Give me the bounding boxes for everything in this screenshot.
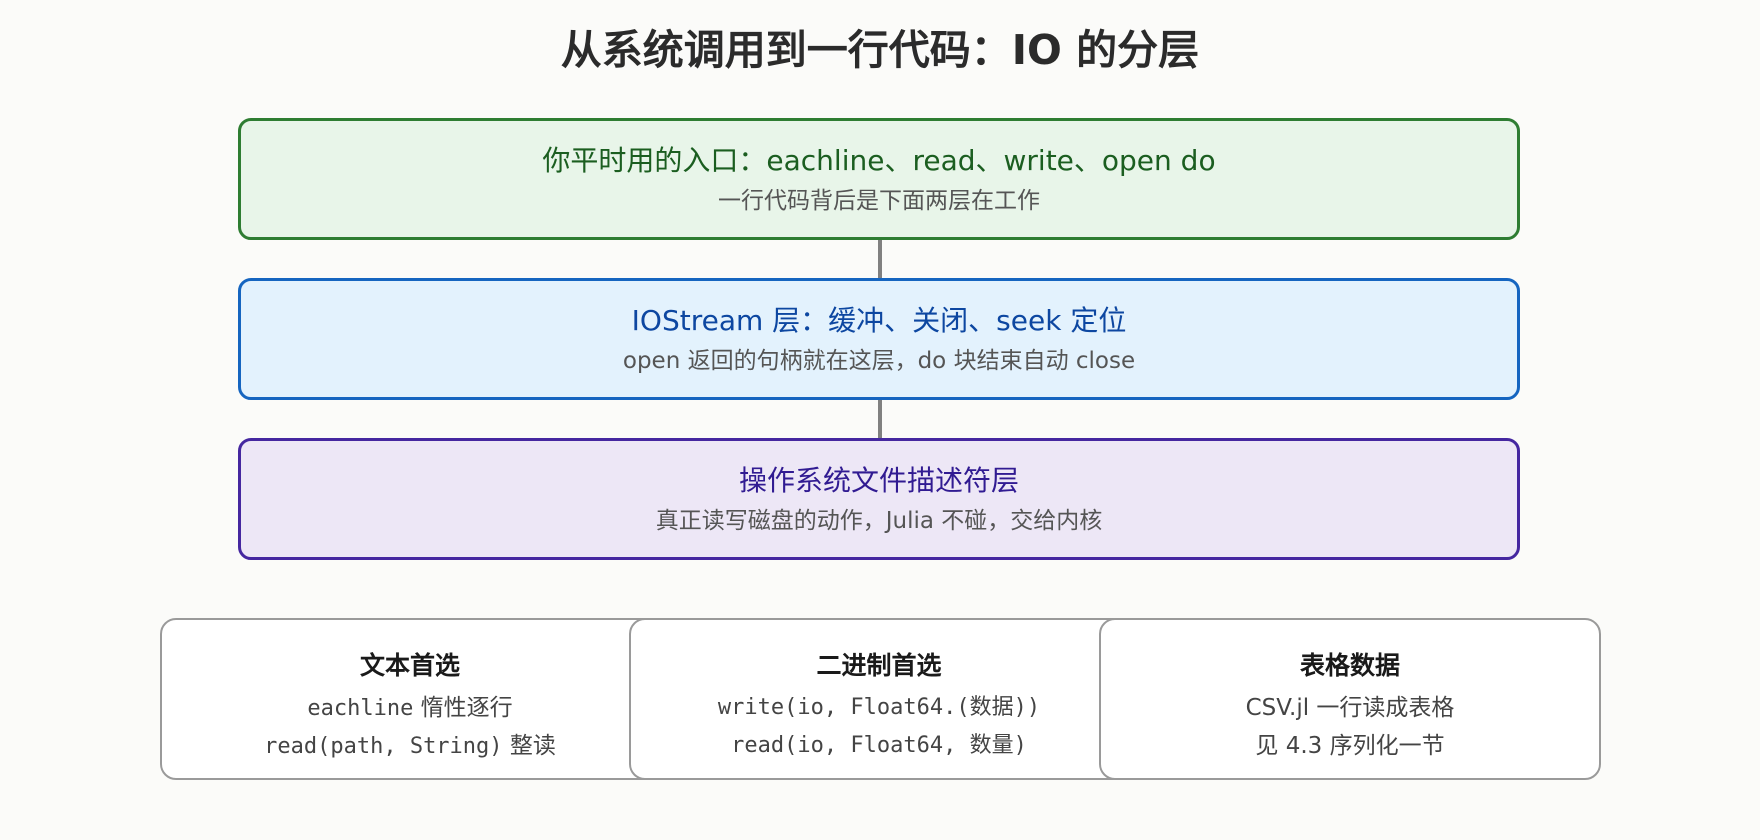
layer-entry-api-title: 你平时用的入口：eachline、read、write、open do [542,144,1216,177]
connector-1-2 [878,240,882,280]
layer-os-fd-title: 操作系统文件描述符层 [738,464,1019,497]
card-table-title: 表格数据 [1299,651,1400,680]
layer-os-fd-subtitle: 真正读写磁盘的动作，Julia 不碰，交给内核 [655,508,1103,534]
card-text: 文本首选 eachline 惰性逐行 read(path, String) 整读 [160,618,660,780]
layer-iostream-title: IOStream 层：缓冲、关闭、seek 定位 [631,304,1127,337]
card-text-title: 文本首选 [359,651,460,680]
card-table: 表格数据 CSV.jl 一行读成表格 见 4.3 序列化一节 [1099,618,1601,780]
layer-iostream-subtitle: open 返回的句柄就在这层，do 块结束自动 close [622,348,1136,374]
layer-entry-api-subtitle: 一行代码背后是下面两层在工作 [718,188,1040,214]
card-text-line-2: read(path, String) 整读 [264,733,556,759]
card-binary-title: 二进制首选 [816,651,942,680]
connector-2-3 [878,400,882,440]
card-table-line-2: 见 4.3 序列化一节 [1255,733,1445,759]
layer-os-fd: 操作系统文件描述符层 真正读写磁盘的动作，Julia 不碰，交给内核 [238,438,1520,560]
card-text-line-1: eachline 惰性逐行 [307,695,513,721]
layer-iostream: IOStream 层：缓冲、关闭、seek 定位 open 返回的句柄就在这层，… [238,278,1520,400]
card-binary-line-2: read(io, Float64, 数量) [731,733,1027,758]
diagram-title: 从系统调用到一行代码：IO 的分层 [560,26,1200,74]
card-table-line-1: CSV.jl 一行读成表格 [1245,695,1455,721]
card-binary: 二进制首选 write(io, Float64.(数据)) read(io, F… [629,618,1129,780]
card-binary-line-1: write(io, Float64.(数据)) [717,695,1041,720]
layer-entry-api: 你平时用的入口：eachline、read、write、open do 一行代码… [238,118,1520,240]
